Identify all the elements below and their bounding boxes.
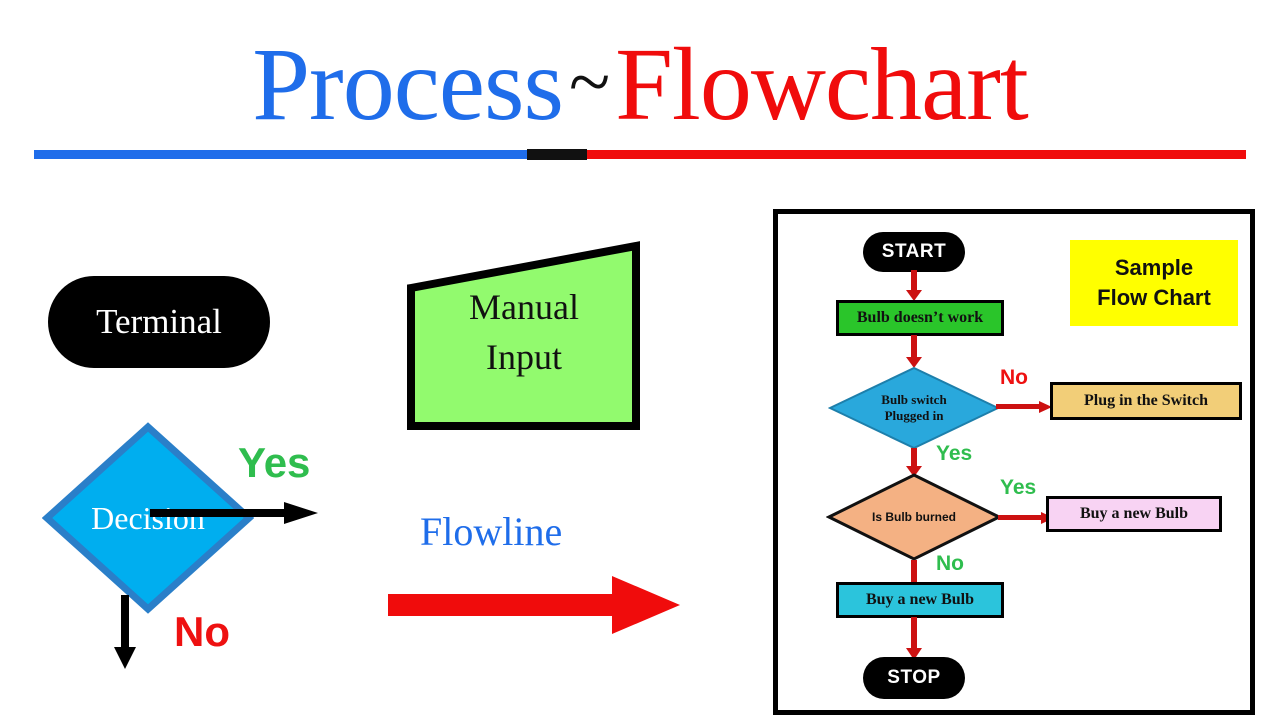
node-problem: Bulb doesn’t work [836, 300, 1004, 336]
edge-label-burned-no: No [936, 552, 964, 575]
flowchart-caption-line1: Sample [1114, 255, 1194, 280]
node-buy-bulb-no-label: Buy a new Bulb [865, 591, 975, 608]
arrow-right-thick-icon [388, 576, 680, 634]
title-word-flowchart: Flowchart [615, 27, 1029, 142]
legend-decision-no-arrow [112, 595, 138, 676]
node-buy-bulb-yes-label: Buy a new Bulb [1079, 505, 1189, 522]
title-underline-black [527, 149, 587, 160]
flowchart-poster: Process~Flowchart Terminal Decision Yes [0, 0, 1280, 720]
title-underline-blue [34, 150, 527, 159]
arrow-down-icon [906, 270, 922, 301]
edge-switch-check-no [996, 398, 1054, 421]
node-burned-check: Is Bulb burned [825, 472, 1003, 562]
node-plug-switch-label: Plug in the Switch [1083, 392, 1208, 409]
edge-label-switch-no: No [1000, 366, 1028, 389]
flowchart-caption: Sample Flow Chart [1070, 240, 1238, 326]
title-separator: ~ [568, 40, 610, 124]
title-word-process: Process [252, 27, 564, 142]
arrow-right-icon [996, 401, 1052, 413]
node-start: START [863, 232, 965, 272]
sample-flowchart-canvas: Sample Flow Chart START Bulb doesn’t wor… [778, 214, 1250, 710]
page-title-text: Process~Flowchart [34, 26, 1246, 153]
legend-terminal-shape: Terminal [48, 276, 270, 368]
page-title: Process~Flowchart [34, 26, 1246, 166]
edge-label-burned-yes: Yes [1000, 476, 1037, 499]
legend-yes-label: Yes [238, 439, 311, 486]
arrow-right-icon [150, 502, 318, 524]
legend-flowline-arrow [388, 572, 684, 643]
flowchart-caption-line2: Flow Chart [1097, 285, 1211, 310]
title-underline-red [587, 150, 1246, 159]
decision-diamond-blue [827, 366, 1001, 450]
node-stop-label: STOP [887, 667, 941, 688]
node-buy-bulb-yes: Buy a new Bulb [1046, 496, 1222, 532]
node-buy-bulb-no: Buy a new Bulb [836, 582, 1004, 618]
arrow-down-icon [906, 617, 922, 660]
node-problem-label: Bulb doesn’t work [856, 309, 984, 326]
arrow-down-icon [906, 335, 922, 368]
legend-flowline-label: Flowline [420, 509, 563, 554]
edge-label-switch-yes: Yes [936, 442, 973, 465]
legend-manual-input-shape: Manual Input [405, 240, 643, 432]
legend-terminal-label: Terminal [96, 302, 222, 341]
node-stop: STOP [863, 657, 965, 699]
title-underline [34, 149, 1246, 160]
arrow-down-icon [114, 595, 136, 669]
legend-manual-input-polygon [407, 241, 640, 430]
legend-no-label: No [174, 608, 230, 655]
decision-diamond-peach [825, 473, 1003, 561]
node-switch-check: Bulb switch Plugged in [827, 366, 1001, 450]
node-start-label: START [881, 241, 947, 262]
legend-decision-yes-arrow [150, 500, 320, 531]
node-plug-switch: Plug in the Switch [1050, 382, 1242, 420]
sample-flowchart-panel: Sample Flow Chart START Bulb doesn’t wor… [773, 209, 1255, 715]
